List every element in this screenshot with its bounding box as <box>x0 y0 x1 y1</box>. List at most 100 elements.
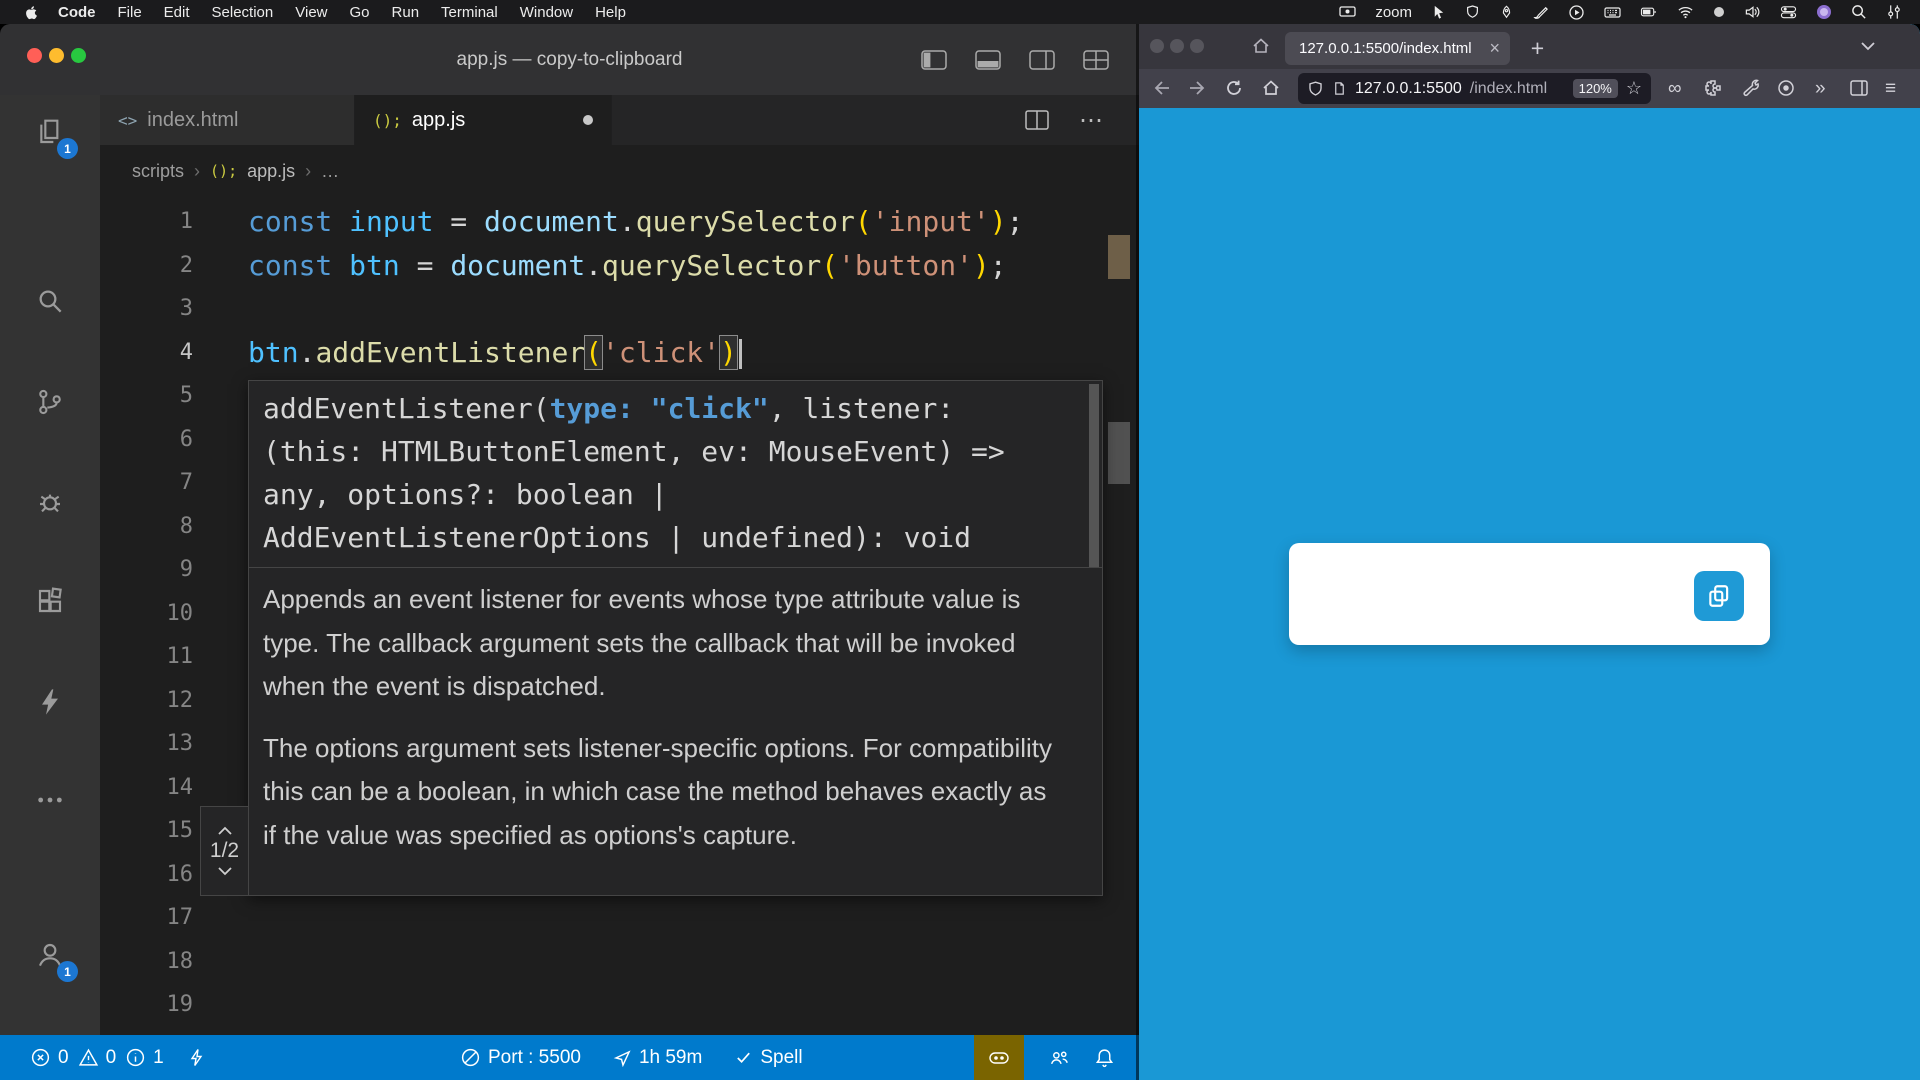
code-row[interactable]: 2const btn = document.querySelector('but… <box>100 244 1139 288</box>
zoom-menu-item[interactable]: zoom <box>1375 4 1412 21</box>
bookmark-star-icon[interactable]: ☆ <box>1626 78 1642 99</box>
code-line[interactable] <box>193 287 248 331</box>
code-line[interactable] <box>193 722 248 766</box>
tab-index-html[interactable]: <> index.html <box>100 95 355 145</box>
popup-scrollbar[interactable] <box>1089 384 1099 567</box>
site-info-page-icon[interactable] <box>1332 80 1347 97</box>
code-line[interactable] <box>193 592 248 636</box>
menu-go[interactable]: Go <box>339 4 381 21</box>
play-circle-icon[interactable] <box>1568 4 1585 21</box>
more-views-icon[interactable] <box>34 784 66 816</box>
address-bar[interactable]: 127.0.0.1:5500/index.html 120% ☆ <box>1298 73 1651 104</box>
menu-help[interactable]: Help <box>584 4 637 21</box>
toggle-sidebar-icon[interactable] <box>921 50 947 70</box>
list-all-tabs-icon[interactable] <box>1860 40 1876 52</box>
breadcrumb-folder[interactable]: scripts <box>132 161 184 182</box>
code-line[interactable] <box>193 548 248 592</box>
problems-status[interactable]: 0 0 1 <box>0 1047 207 1069</box>
colorpicker-icon[interactable] <box>1776 78 1796 98</box>
chevron-up-icon[interactable] <box>217 826 233 836</box>
toggle-panel-icon[interactable] <box>975 50 1001 70</box>
copy-button[interactable] <box>1694 571 1744 621</box>
code-row[interactable]: 1const input = document.querySelector('i… <box>100 200 1139 244</box>
reload-icon[interactable] <box>1224 78 1244 98</box>
thunder-client-icon[interactable] <box>34 686 66 718</box>
extensions-puzzle-icon[interactable] <box>1703 78 1723 98</box>
spell-checker-status[interactable]: Spell <box>734 1047 802 1069</box>
launcher-icon[interactable] <box>1499 4 1514 20</box>
keyboard-icon[interactable] <box>1604 4 1621 20</box>
overflow-chevrons-icon[interactable]: » <box>1815 78 1826 99</box>
code-line[interactable] <box>193 505 248 549</box>
status-dot-icon[interactable] <box>1713 6 1725 18</box>
menu-terminal[interactable]: Terminal <box>430 4 509 21</box>
code-line[interactable] <box>193 635 248 679</box>
warnings-status[interactable]: 0 <box>78 1047 117 1069</box>
scrollbar-thumb[interactable] <box>1108 422 1130 484</box>
apple-menu-icon[interactable] <box>24 4 39 21</box>
forward-icon[interactable] <box>1188 78 1208 98</box>
code-line[interactable]: btn.addEventListener('click') <box>193 331 742 375</box>
battery-icon[interactable] <box>1640 4 1658 20</box>
tracking-protection-shield-icon[interactable] <box>1307 80 1324 98</box>
devtools-wrench-icon[interactable] <box>1740 78 1760 98</box>
app-menu-icon[interactable]: ≡ <box>1885 78 1896 99</box>
code-line[interactable]: const input = document.querySelector('in… <box>193 200 1024 244</box>
copilot-status[interactable] <box>974 1035 1024 1080</box>
tab-app-js[interactable]: (); app.js <box>355 95 612 145</box>
code-line[interactable] <box>193 461 248 505</box>
menu-view[interactable]: View <box>284 4 338 21</box>
notifications-bell-icon[interactable] <box>1094 1047 1115 1068</box>
source-control-icon[interactable] <box>34 386 66 418</box>
split-editor-icon[interactable] <box>1025 110 1049 130</box>
menu-run[interactable]: Run <box>381 4 431 21</box>
more-actions-icon[interactable]: ⋯ <box>1079 106 1103 135</box>
menu-file[interactable]: File <box>107 4 153 21</box>
info-status[interactable]: 1 <box>125 1047 164 1069</box>
new-tab-button[interactable]: + <box>1521 32 1554 65</box>
chevron-down-icon[interactable] <box>217 866 233 876</box>
time-tracker-status[interactable]: 1h 59m <box>613 1047 702 1069</box>
shield-menu-icon[interactable] <box>1465 4 1480 20</box>
paintbrush-icon[interactable] <box>1533 4 1549 20</box>
code-line[interactable] <box>193 896 248 940</box>
maximize-window-button[interactable] <box>1190 39 1204 53</box>
menu-code[interactable]: Code <box>47 4 107 21</box>
unsaved-changes-dot[interactable] <box>583 115 593 125</box>
screen-sharing-icon[interactable] <box>1339 4 1356 20</box>
menu-window[interactable]: Window <box>509 4 584 21</box>
pointer-icon[interactable] <box>1431 4 1446 20</box>
code-line[interactable] <box>193 983 248 1027</box>
code-line[interactable] <box>193 679 248 723</box>
firefox-view-icon[interactable] <box>1251 36 1271 56</box>
errors-status[interactable]: 0 <box>30 1047 69 1069</box>
code-row[interactable]: 18 <box>100 940 1139 984</box>
back-icon[interactable] <box>1151 78 1171 98</box>
menu-selection[interactable]: Selection <box>201 4 285 21</box>
code-line[interactable] <box>193 418 248 462</box>
accounts-people-icon[interactable] <box>1048 1047 1070 1068</box>
menu-edit[interactable]: Edit <box>153 4 201 21</box>
code-row[interactable]: 19 <box>100 983 1139 1027</box>
control-center-icon[interactable] <box>1780 4 1797 20</box>
code-line[interactable]: const btn = document.querySelector('butt… <box>193 244 1007 288</box>
close-tab-icon[interactable]: × <box>1481 38 1500 59</box>
feedback-bolt-icon[interactable] <box>187 1047 207 1068</box>
toggle-secondary-sidebar-icon[interactable] <box>1029 50 1055 70</box>
customize-layout-icon[interactable] <box>1083 50 1109 70</box>
home-icon[interactable] <box>1261 78 1281 98</box>
search-icon[interactable] <box>34 285 66 317</box>
browser-tab[interactable]: 127.0.0.1:5500/index.html × <box>1285 32 1510 65</box>
live-server-status[interactable]: Port : 5500 <box>460 1047 581 1069</box>
switch-control-icon[interactable] <box>1886 4 1902 20</box>
code-line[interactable] <box>193 766 248 810</box>
run-debug-icon[interactable] <box>34 486 66 518</box>
zoom-level-badge[interactable]: 120% <box>1573 79 1618 98</box>
code-row[interactable]: 17 <box>100 896 1139 940</box>
sidebar-toggle-icon[interactable] <box>1849 78 1869 98</box>
code-row[interactable]: 3 <box>100 287 1139 331</box>
wifi-icon[interactable] <box>1677 4 1694 20</box>
minimize-window-button[interactable] <box>1170 39 1184 53</box>
spotlight-icon[interactable] <box>1851 4 1867 20</box>
close-window-button[interactable] <box>1150 39 1164 53</box>
